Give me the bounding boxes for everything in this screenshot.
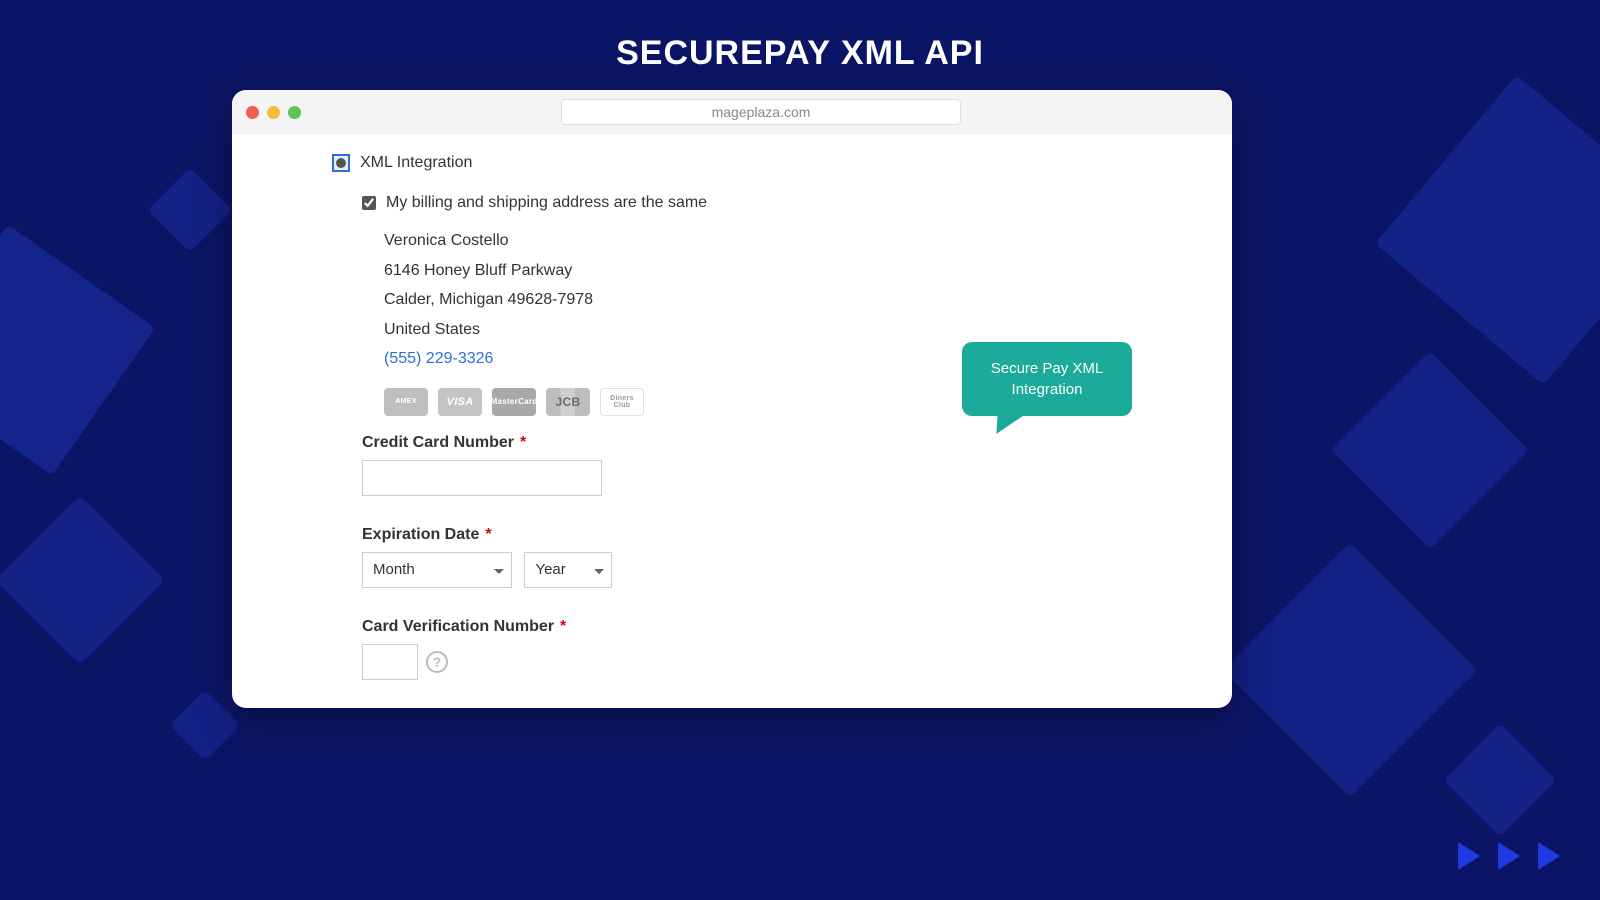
cc-number-label: Credit Card Number	[362, 434, 514, 452]
nav-arrow-icon[interactable]	[1458, 842, 1480, 870]
window-controls	[246, 106, 301, 119]
card-visa-icon: VISA	[438, 388, 482, 416]
expiration-label: Expiration Date	[362, 526, 479, 544]
address-city-line: Calder, Michigan 49628-7978	[384, 285, 1132, 315]
browser-titlebar: mageplaza.com	[232, 90, 1232, 134]
required-marker: *	[560, 618, 566, 636]
slide-nav-arrows	[1458, 842, 1560, 870]
cvv-field: Card Verification Number * ?	[362, 618, 1132, 680]
same-address-checkbox-row[interactable]: My billing and shipping address are the …	[362, 194, 1132, 212]
payment-method-xml-integration[interactable]: XML Integration	[332, 154, 1132, 172]
browser-window: mageplaza.com XML Integration My billing…	[232, 90, 1232, 708]
nav-arrow-icon[interactable]	[1498, 842, 1520, 870]
card-amex-icon: AMEX	[384, 388, 428, 416]
same-address-checkbox[interactable]	[362, 196, 376, 210]
radio-selected-icon	[332, 154, 350, 172]
url-bar[interactable]: mageplaza.com	[561, 99, 961, 125]
payment-method-label: XML Integration	[360, 154, 472, 172]
address-street: 6146 Honey Bluff Parkway	[384, 256, 1132, 286]
same-address-label: My billing and shipping address are the …	[386, 194, 707, 212]
card-mastercard-icon: MasterCard	[492, 388, 536, 416]
close-icon[interactable]	[246, 106, 259, 119]
checkout-payment-section: XML Integration My billing and shipping …	[232, 134, 1232, 700]
address-country: United States	[384, 315, 1132, 345]
minimize-icon[interactable]	[267, 106, 280, 119]
required-marker: *	[485, 526, 491, 544]
card-dinersclub-icon: Diners Club	[600, 388, 644, 416]
page-title: SECUREPAY XML API	[0, 34, 1600, 73]
cvv-label: Card Verification Number	[362, 618, 554, 636]
help-icon[interactable]: ?	[426, 651, 448, 673]
annotation-callout: Secure Pay XML Integration	[962, 342, 1132, 416]
required-marker: *	[520, 434, 526, 452]
address-name: Veronica Costello	[384, 226, 1132, 256]
expiration-month-select[interactable]: Month	[362, 552, 512, 588]
card-jcb-icon: JCB	[546, 388, 590, 416]
cc-number-input[interactable]	[362, 460, 602, 496]
nav-arrow-icon[interactable]	[1538, 842, 1560, 870]
cvv-input[interactable]	[362, 644, 418, 680]
maximize-icon[interactable]	[288, 106, 301, 119]
expiration-year-select[interactable]: Year	[524, 552, 612, 588]
cc-number-field: Credit Card Number *	[362, 434, 1132, 496]
expiration-field: Expiration Date * Month Year	[362, 526, 1132, 588]
